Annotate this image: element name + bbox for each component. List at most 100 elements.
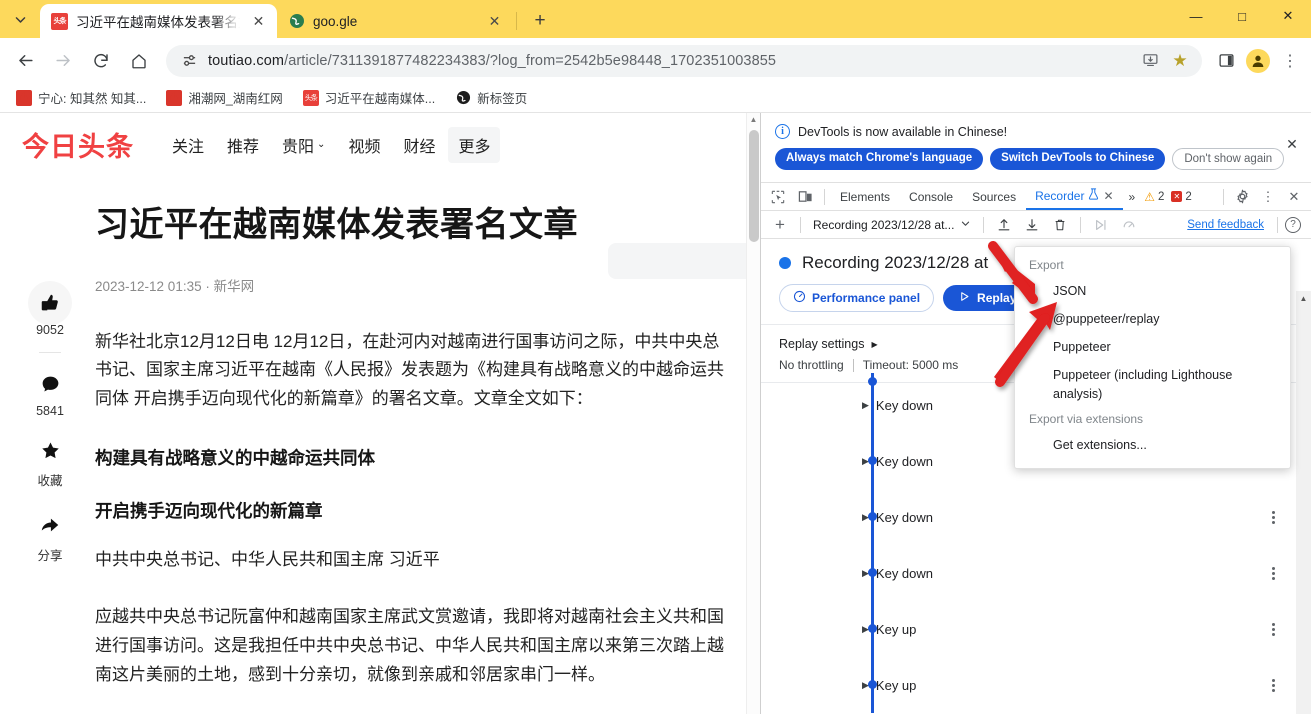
profile-avatar[interactable] — [1243, 46, 1273, 76]
replay-step-icon[interactable] — [1088, 213, 1114, 237]
article-heading: 构建具有战略意义的中越命运共同体 — [95, 448, 375, 469]
install-app-icon[interactable] — [1136, 47, 1164, 75]
recorder-step[interactable]: ▶ Key up — [761, 657, 1311, 713]
tab-elements[interactable]: Elements — [831, 183, 899, 210]
nav-item-finance[interactable]: 财经 — [393, 127, 445, 163]
site-logo[interactable]: 今日头条 — [22, 125, 134, 164]
back-button[interactable] — [9, 45, 41, 77]
tab-sources[interactable]: Sources — [963, 183, 1025, 210]
reload-button[interactable] — [85, 45, 117, 77]
menu-item-puppeteer[interactable]: Puppeteer — [1015, 333, 1290, 361]
bookmark-label: 新标签页 — [477, 92, 528, 106]
step-dot — [868, 512, 877, 521]
play-icon — [959, 291, 970, 305]
scrollbar-thumb[interactable] — [749, 130, 759, 242]
step-label: Key down — [875, 565, 934, 581]
step-label: Key down — [875, 453, 934, 469]
side-panel-icon[interactable] — [1211, 46, 1241, 76]
menu-item-puppeteer-replay[interactable]: @puppeteer/replay — [1015, 305, 1290, 333]
send-feedback-link[interactable]: Send feedback — [1187, 219, 1270, 231]
export-recording-icon[interactable] — [1019, 213, 1045, 237]
article-byline: 中共中央总书记、中华人民共和国主席 习近平 — [95, 550, 440, 570]
forward-button[interactable] — [47, 45, 79, 77]
device-toolbar-icon[interactable] — [792, 185, 818, 209]
divider — [824, 188, 825, 205]
more-tabs-icon[interactable]: » — [1124, 190, 1141, 204]
speedometer-icon — [793, 290, 806, 306]
divider — [800, 216, 801, 233]
close-window-button[interactable]: ✕ — [1265, 0, 1311, 32]
recording-selector[interactable]: Recording 2023/12/28 at... — [808, 216, 976, 234]
import-recording-icon[interactable] — [991, 213, 1017, 237]
tab-recorder[interactable]: Recorder ✕ — [1026, 183, 1123, 210]
menu-item-puppeteer-lighthouse[interactable]: Puppeteer (including Lighthouse analysis… — [1015, 361, 1290, 407]
nav-item-follow[interactable]: 关注 — [162, 127, 214, 163]
bookmark-label: 湘潮网_湖南红网 — [188, 92, 283, 106]
expand-triangle-icon[interactable]: ▶ — [862, 400, 869, 411]
tab-search-icon[interactable] — [0, 0, 40, 38]
inspect-element-icon[interactable] — [765, 185, 791, 209]
switch-devtools-to-chinese-button[interactable]: Switch DevTools to Chinese — [990, 148, 1166, 170]
error-badge[interactable]: ✕ 2 — [1168, 191, 1194, 203]
always-match-language-button[interactable]: Always match Chrome's language — [775, 148, 984, 170]
site-settings-icon[interactable] — [178, 50, 200, 72]
tab-close-icon[interactable]: ✕ — [484, 11, 505, 32]
bookmark-item[interactable]: 宁心: 知其然 知其... — [8, 85, 154, 110]
new-recording-button[interactable]: + — [767, 213, 793, 237]
recorder-step[interactable]: ▶ Key down — [761, 489, 1311, 545]
banner-close-icon[interactable]: ✕ — [1283, 135, 1301, 153]
url-host: toutiao.com — [208, 52, 285, 69]
warning-triangle-icon: ⚠ — [1144, 189, 1155, 204]
tab-console[interactable]: Console — [900, 183, 962, 210]
warning-badge[interactable]: ⚠ 2 — [1141, 190, 1167, 204]
bookmarks-bar: 宁心: 知其然 知其... 湘潮网_湖南红网 头条 习近平在越南媒体... 新标… — [0, 83, 1311, 113]
recorder-step[interactable]: ▶ Key up — [761, 601, 1311, 657]
delete-recording-icon[interactable] — [1047, 213, 1073, 237]
bookmark-item[interactable]: 头条 习近平在越南媒体... — [295, 85, 443, 110]
nav-item-recommend[interactable]: 推荐 — [217, 127, 269, 163]
address-bar[interactable]: toutiao.com/article/7311391877482234383/… — [166, 44, 1202, 77]
scroll-up-arrow[interactable]: ▲ — [747, 113, 760, 124]
menu-item-json[interactable]: JSON — [1015, 277, 1290, 305]
menu-item-get-extensions[interactable]: Get extensions... — [1015, 431, 1290, 459]
red-flame-icon — [166, 89, 183, 106]
bookmark-star-icon[interactable]: ★ — [1166, 47, 1194, 75]
gear-icon[interactable] — [1229, 185, 1255, 209]
article-meta: 2023-12-12 01:35 · 新华网 — [95, 278, 255, 294]
step-dot — [868, 456, 877, 465]
close-recorder-tab-icon[interactable]: ✕ — [1103, 189, 1113, 203]
performance-panel-button[interactable]: Performance panel — [779, 284, 935, 312]
step-more-menu-icon[interactable] — [1272, 566, 1275, 580]
browser-tab-active[interactable]: 头条 习近平在越南媒体发表署名文章 ✕ — [40, 4, 277, 38]
step-more-menu-icon[interactable] — [1272, 678, 1275, 692]
scroll-up-arrow[interactable]: ▲ — [1296, 291, 1311, 303]
nav-item-video[interactable]: 视频 — [338, 127, 390, 163]
step-label: Key up — [875, 621, 917, 637]
page-scrollbar[interactable]: ▲ — [746, 113, 760, 714]
step-more-menu-icon[interactable] — [1272, 622, 1275, 636]
nav-item-more[interactable]: 更多 — [448, 126, 501, 163]
dont-show-again-button[interactable]: Don't show again — [1172, 148, 1285, 170]
devtools-close-icon[interactable]: ✕ — [1281, 185, 1307, 209]
minimize-button[interactable]: — — [1173, 0, 1219, 32]
help-icon[interactable]: ? — [1285, 216, 1301, 233]
bookmark-item[interactable]: 新标签页 — [447, 85, 535, 110]
expand-triangle-icon[interactable]: ▶ — [871, 340, 877, 349]
devtools-more-menu-icon[interactable]: ⋮ — [1255, 185, 1281, 209]
home-button[interactable] — [123, 45, 155, 77]
new-tab-button[interactable]: + — [526, 7, 554, 35]
nav-item-guiyang[interactable]: 贵阳 ⌄ — [272, 127, 335, 163]
step-label: Key up — [875, 677, 917, 693]
globe-icon — [288, 13, 305, 30]
bookmark-item[interactable]: 湘潮网_湖南红网 — [158, 85, 290, 110]
browser-tab-inactive[interactable]: goo.gle ✕ — [277, 4, 513, 38]
step-label: Key down — [875, 509, 934, 525]
performance-measure-icon[interactable] — [1116, 213, 1142, 237]
devtools-scrollbar[interactable]: ▲ — [1296, 291, 1311, 714]
chrome-menu-button[interactable]: ⋮ — [1275, 46, 1305, 76]
maximize-button[interactable]: □ — [1219, 0, 1265, 32]
tab-close-icon[interactable]: ✕ — [248, 11, 269, 32]
nav-label: 视频 — [348, 138, 381, 156]
recorder-step[interactable]: ▶ Key down — [761, 545, 1311, 601]
step-more-menu-icon[interactable] — [1272, 510, 1275, 524]
